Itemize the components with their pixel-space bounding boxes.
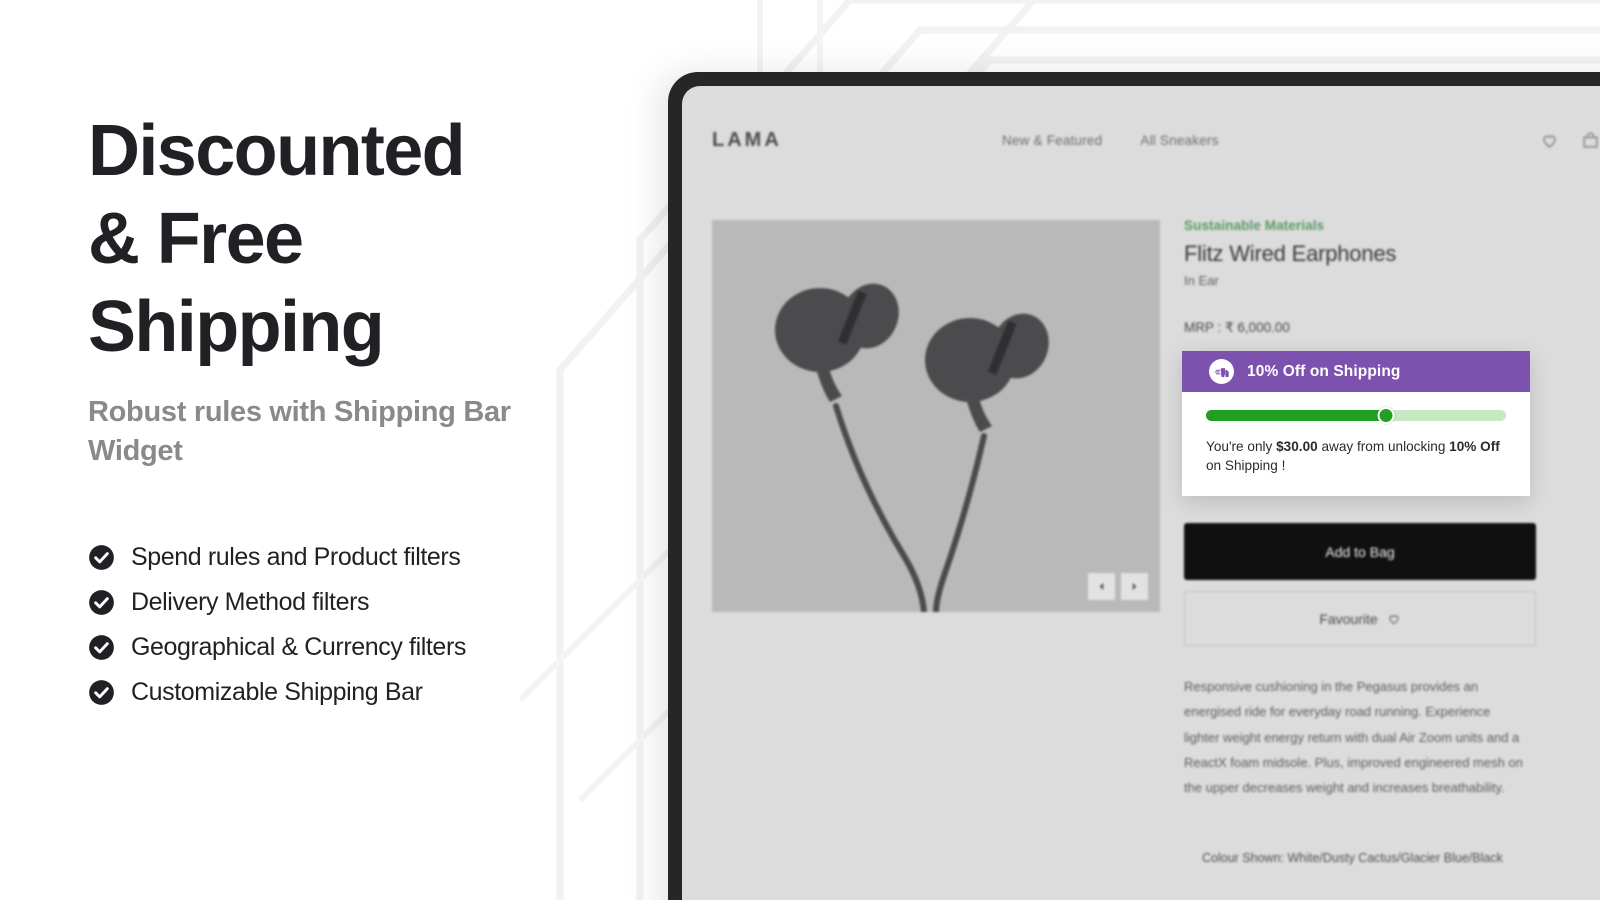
shipping-bar-widget: 10% Off on Shipping You're only $30.00 a… [1182, 351, 1530, 496]
product-price: MRP : ₹ 6,000.00 [1184, 320, 1290, 335]
feature-label: Spend rules and Product filters [131, 543, 461, 572]
product-gallery[interactable] [712, 220, 1160, 612]
shipping-progress-message: You're only $30.00 away from unlocking 1… [1206, 438, 1506, 476]
header-icon-group [1540, 131, 1600, 150]
check-circle-icon [89, 545, 114, 571]
product-description: Responsive cushioning in the Pegasus pro… [1184, 679, 1523, 796]
check-circle-icon [89, 635, 114, 661]
message-prefix: You're only [1206, 439, 1277, 454]
gallery-controls [1088, 573, 1148, 600]
progress-knob[interactable] [1377, 407, 1395, 424]
feature-list: Spend rules and Product filters Delivery… [88, 543, 588, 707]
list-item: Customizable Shipping Bar [88, 678, 588, 707]
nav-item-new-featured[interactable]: New & Featured [1002, 133, 1102, 148]
gallery-next-button[interactable] [1121, 573, 1148, 600]
page-subtitle: Robust rules with Shipping Bar Widget [88, 396, 511, 468]
check-circle-icon [89, 590, 114, 616]
favourite-button[interactable]: Favourite [1184, 591, 1536, 646]
shipping-progress-bar[interactable] [1206, 407, 1506, 424]
heart-icon [1389, 614, 1399, 624]
page-title: Discounted & Free Shipping [88, 111, 466, 367]
message-middle: away from unlocking [1317, 439, 1450, 454]
feature-label: Customizable Shipping Bar [131, 678, 423, 707]
main-nav: New & Featured All Sneakers [1002, 133, 1219, 148]
chevron-left-icon [1099, 582, 1104, 591]
product-badge-sustainable: Sustainable Materials [1184, 218, 1325, 233]
storefront-header: LAMA New & Featured All Sneakers [682, 120, 1600, 160]
product-title: Flitz Wired Earphones [1184, 241, 1397, 266]
list-item: Delivery Method filters [88, 588, 588, 617]
check-circle-icon [89, 680, 114, 706]
shopping-bag-icon[interactable] [1581, 131, 1600, 150]
brand-logo[interactable]: LAMA [712, 129, 782, 152]
nav-item-all-sneakers[interactable]: All Sneakers [1140, 133, 1218, 148]
feature-label: Delivery Method filters [131, 588, 370, 617]
list-item: Spend rules and Product filters [88, 543, 588, 572]
wishlist-heart-icon[interactable] [1540, 131, 1559, 150]
product-image-earphones [712, 220, 1160, 612]
shipping-widget-header: 10% Off on Shipping [1182, 351, 1530, 392]
delivery-truck-icon [1209, 359, 1234, 384]
add-to-bag-label: Add to Bag [1325, 543, 1395, 560]
marketing-column: Discounted & Free Shipping Robust rules … [88, 108, 588, 723]
discount-value: 10% Off [1449, 439, 1500, 454]
feature-label: Geographical & Currency filters [131, 633, 466, 662]
gallery-prev-button[interactable] [1088, 573, 1115, 600]
progress-fill [1206, 410, 1386, 421]
chevron-right-icon [1132, 582, 1137, 591]
add-to-bag-button[interactable]: Add to Bag [1184, 523, 1536, 580]
amount-away-value: $30.00 [1276, 439, 1318, 454]
list-item: Geographical & Currency filters [88, 633, 588, 662]
promo-screenshot: Discounted & Free Shipping Robust rules … [0, 0, 1600, 900]
shipping-widget-title: 10% Off on Shipping [1247, 362, 1401, 380]
shipping-widget-body: You're only $30.00 away from unlocking 1… [1182, 392, 1530, 496]
favourite-label: Favourite [1319, 610, 1378, 627]
message-suffix: on Shipping ! [1206, 457, 1286, 473]
product-colour-shown: Colour Shown: White/Dusty Cactus/Glacier… [1202, 851, 1503, 865]
product-info: Sustainable Materials Flitz Wired Earpho… [1184, 218, 1544, 336]
product-subtitle: In Ear [1184, 273, 1219, 288]
